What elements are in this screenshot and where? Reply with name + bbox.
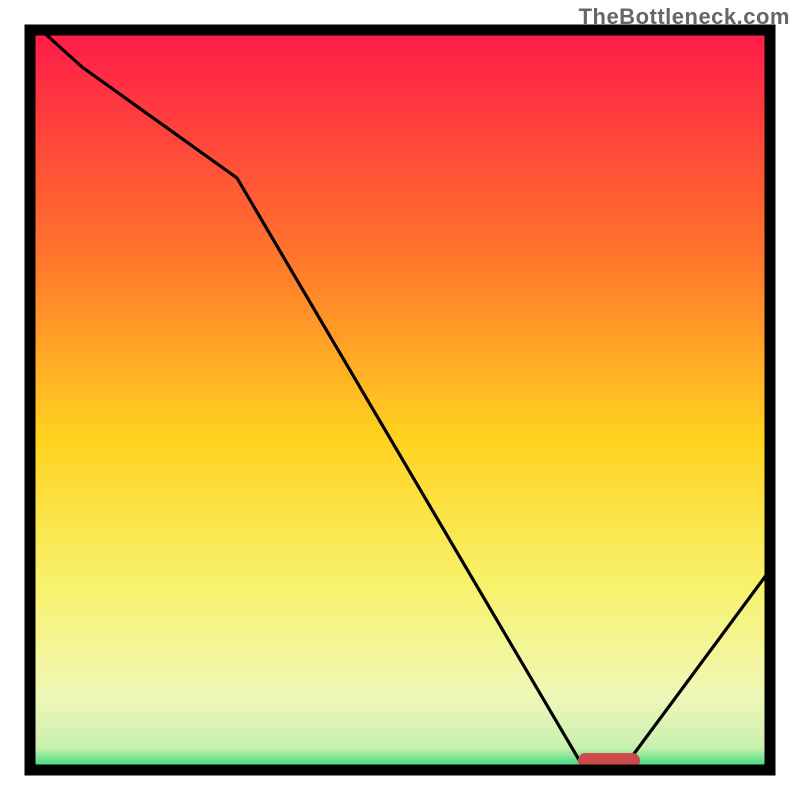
- plot-background: [30, 30, 770, 770]
- bottleneck-chart: [0, 0, 800, 800]
- chart-container: TheBottleneck.com: [0, 0, 800, 800]
- attribution-text: TheBottleneck.com: [579, 4, 790, 30]
